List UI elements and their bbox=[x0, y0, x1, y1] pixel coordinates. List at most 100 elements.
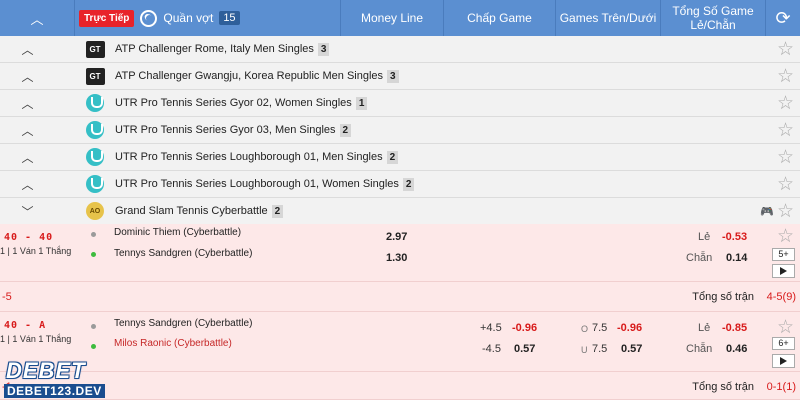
favorite-star-icon[interactable]: ☆ bbox=[777, 40, 794, 59]
total-row: -5 Tổng số trận 4-5(9) bbox=[0, 282, 800, 312]
col-handicap: Chấp Game bbox=[444, 0, 556, 36]
utr-logo-icon bbox=[86, 175, 104, 193]
league-logo: AO bbox=[85, 201, 105, 221]
league-row[interactable]: ︿ GT ATP Challenger Gwangju, Korea Repub… bbox=[0, 63, 800, 90]
favorite-star-icon[interactable]: ☆ bbox=[777, 318, 794, 337]
chevron-up-icon: ︿ bbox=[30, 11, 44, 27]
over-line: 7.5 bbox=[592, 322, 608, 334]
under-line: 7.5 bbox=[592, 343, 608, 355]
refresh-icon: ⟳ bbox=[775, 7, 791, 28]
favorite-star-icon[interactable]: ☆ bbox=[777, 121, 794, 140]
favorite-star-icon[interactable]: ☆ bbox=[777, 67, 794, 86]
odd-label: Lẻ bbox=[698, 231, 711, 243]
status-dot bbox=[91, 252, 96, 257]
tennis-ball-icon bbox=[140, 9, 158, 27]
league-count: 2 bbox=[402, 177, 415, 191]
gamepad-icon: 🎮 bbox=[760, 205, 774, 218]
league-row[interactable]: ︿ UTR Pro Tennis Series Gyor 02, Women S… bbox=[0, 90, 800, 117]
league-name: UTR Pro Tennis Series Gyor 02, Women Sin… bbox=[115, 97, 352, 109]
ao-logo-icon: AO bbox=[86, 202, 104, 220]
league-count: 3 bbox=[387, 69, 399, 83]
col-total-line2: Lẻ/Chẵn bbox=[690, 18, 736, 32]
league-row[interactable]: ︿ GT ATP Challenger Rome, Italy Men Sing… bbox=[0, 36, 800, 63]
over-tag: O bbox=[581, 324, 589, 334]
odd-label: Lẻ bbox=[698, 322, 711, 334]
even-value[interactable]: 0.46 bbox=[726, 343, 747, 355]
moneyline-home[interactable]: 2.97 bbox=[386, 231, 407, 243]
col-total-oddeven: Tổng Số Game Lẻ/Chẵn bbox=[661, 0, 766, 36]
under-value[interactable]: 0.57 bbox=[621, 343, 642, 355]
match-row: 40 - 40 1 | 1 Ván 1 Thắng Dominic Thiem … bbox=[0, 224, 800, 282]
total-label: Tổng số trận bbox=[692, 291, 754, 303]
total-left-value: -5 bbox=[2, 291, 12, 303]
league-count: 2 bbox=[386, 150, 399, 164]
league-count: 2 bbox=[339, 123, 352, 137]
sport-header: Trực Tiếp Quần vợt 15 bbox=[75, 0, 341, 36]
table-header: ︿ Trực Tiếp Quần vợt 15 Money Line Chấp … bbox=[0, 0, 800, 36]
chevron-down-icon[interactable]: ﹀ bbox=[0, 203, 55, 220]
favorite-star-icon[interactable]: ☆ bbox=[777, 175, 794, 194]
even-value[interactable]: 0.14 bbox=[726, 252, 747, 264]
utr-logo-icon bbox=[86, 148, 104, 166]
league-name: UTR Pro Tennis Series Loughborough 01, M… bbox=[115, 151, 383, 163]
moneyline-away[interactable]: 1.30 bbox=[386, 252, 407, 264]
favorite-star-icon[interactable]: ☆ bbox=[777, 202, 794, 221]
match-status: 1 | 1 Ván 1 Thắng bbox=[0, 246, 72, 256]
chevron-up-icon[interactable]: ︿ bbox=[0, 68, 55, 85]
favorite-star-icon[interactable]: ☆ bbox=[777, 227, 794, 246]
play-video-button[interactable] bbox=[772, 354, 795, 368]
league-row[interactable]: ︿ UTR Pro Tennis Series Loughborough 01,… bbox=[0, 171, 800, 198]
play-video-button[interactable] bbox=[772, 264, 795, 278]
odd-value[interactable]: -0.53 bbox=[722, 231, 747, 243]
total-value: 0-1(1) bbox=[766, 381, 796, 393]
handicap-home[interactable]: -0.96 bbox=[512, 322, 537, 334]
watermark-brand: DEBET bbox=[6, 358, 86, 383]
watermark-site: DEBET123.DEV bbox=[4, 384, 105, 398]
chevron-up-icon[interactable]: ︿ bbox=[0, 41, 55, 58]
utr-logo-icon bbox=[86, 94, 104, 112]
league-count: 2 bbox=[271, 204, 284, 218]
refresh-button[interactable]: ⟳ bbox=[766, 0, 800, 36]
live-badge[interactable]: Trực Tiếp bbox=[79, 9, 135, 27]
favorite-star-icon[interactable]: ☆ bbox=[777, 148, 794, 167]
league-logo bbox=[85, 174, 105, 194]
league-logo bbox=[85, 147, 105, 167]
handicap-away[interactable]: 0.57 bbox=[514, 343, 535, 355]
total-value: 4-5(9) bbox=[766, 291, 796, 303]
match-status: 1 | 1 Ván 1 Thắng bbox=[0, 334, 72, 344]
league-name: ATP Challenger Rome, Italy Men Singles bbox=[115, 43, 314, 55]
col-total-line1: Tổng Số Game bbox=[672, 4, 754, 18]
league-logo bbox=[85, 120, 105, 140]
team-home: Dominic Thiem (Cyberbattle) bbox=[114, 227, 242, 238]
chevron-up-icon[interactable]: ︿ bbox=[0, 122, 55, 139]
chevron-up-icon[interactable]: ︿ bbox=[0, 149, 55, 166]
col-moneyline: Money Line bbox=[341, 0, 444, 36]
favorite-star-icon[interactable]: ☆ bbox=[777, 94, 794, 113]
live-score: 40 - 40 bbox=[4, 232, 54, 243]
league-logo bbox=[85, 93, 105, 113]
league-name: Grand Slam Tennis Cyberbattle bbox=[115, 205, 268, 217]
gt-logo-icon: GT bbox=[85, 67, 105, 85]
handicap-line-home: +4.5 bbox=[480, 322, 502, 334]
more-bets-button[interactable]: 5+ bbox=[772, 248, 795, 261]
even-label: Chẵn bbox=[686, 343, 713, 355]
team-away: Tennys Sandgren (Cyberbattle) bbox=[114, 248, 253, 259]
team-home: Tennys Sandgren (Cyberbattle) bbox=[114, 318, 253, 329]
league-row[interactable]: ︿ UTR Pro Tennis Series Loughborough 01,… bbox=[0, 144, 800, 171]
league-name: UTR Pro Tennis Series Loughborough 01, W… bbox=[115, 178, 399, 190]
over-value[interactable]: -0.96 bbox=[617, 322, 642, 334]
league-name: ATP Challenger Gwangju, Korea Republic M… bbox=[115, 70, 384, 82]
league-logo: GT bbox=[85, 66, 105, 86]
under-tag: U bbox=[581, 345, 588, 355]
more-bets-button[interactable]: 6+ bbox=[772, 337, 795, 350]
chevron-up-icon[interactable]: ︿ bbox=[0, 176, 55, 193]
league-row[interactable]: ︿ UTR Pro Tennis Series Gyor 03, Men Sin… bbox=[0, 117, 800, 144]
odd-value[interactable]: -0.85 bbox=[722, 322, 747, 334]
league-row[interactable]: ﹀ AO Grand Slam Tennis Cyberbattle 2 🎮 ☆ bbox=[0, 198, 800, 225]
utr-logo-icon bbox=[86, 121, 104, 139]
league-count: 1 bbox=[355, 96, 368, 110]
chevron-up-icon[interactable]: ︿ bbox=[0, 95, 55, 112]
live-score: 40 - A bbox=[4, 320, 47, 331]
sport-label: Quần vợt bbox=[163, 11, 214, 25]
collapse-all-button[interactable]: ︿ bbox=[0, 0, 75, 36]
